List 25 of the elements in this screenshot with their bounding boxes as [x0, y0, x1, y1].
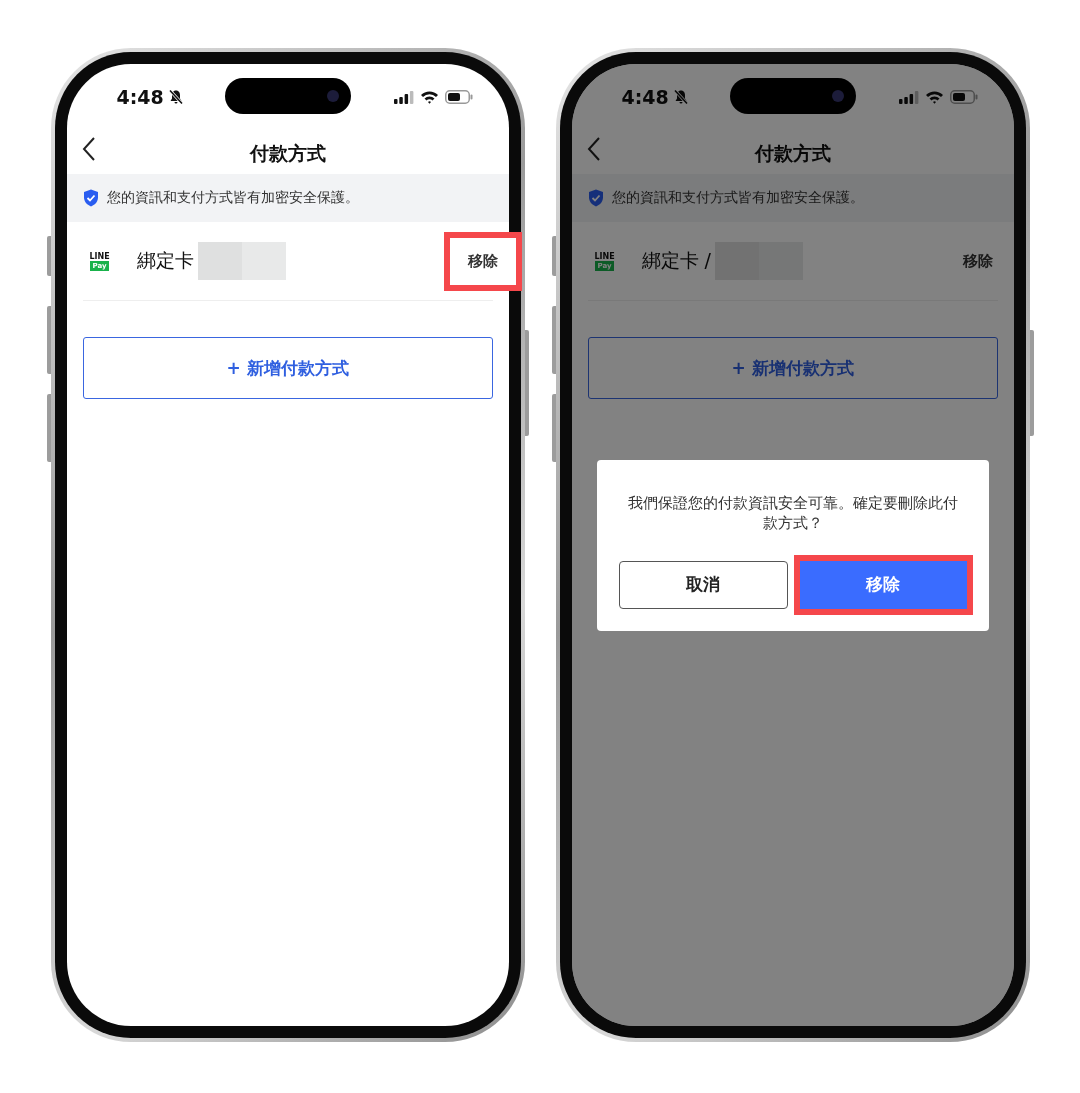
shield-check-icon [82, 189, 99, 207]
status-time: 4:48 [621, 86, 669, 108]
status-time: 4:48 [116, 86, 164, 108]
bell-off-icon [167, 89, 184, 105]
signal-icon [393, 90, 414, 104]
shield-check-icon [587, 189, 604, 207]
dialog-message: 我們保證您的付款資訊安全可靠。確定要刪除此付款方式？ [626, 493, 959, 533]
cancel-button[interactable]: 取消 [618, 560, 788, 609]
notice-text: 您的資訊和支付方式皆有加密安全保護。 [611, 189, 864, 207]
card-label: 綁定卡 / [641, 248, 711, 273]
wifi-icon [419, 90, 439, 104]
add-payment-button[interactable]: + 新增付款方式 [587, 337, 998, 399]
page-title: 付款方式 [249, 141, 326, 166]
wifi-icon [924, 90, 944, 104]
back-icon[interactable] [80, 136, 97, 162]
battery-icon [444, 90, 473, 104]
page-title: 付款方式 [754, 141, 831, 166]
card-label: 綁定卡 [136, 248, 194, 273]
logo-wordmark: LINE [89, 251, 110, 261]
logo-wordmark: LINE [594, 251, 615, 261]
notice-text: 您的資訊和支付方式皆有加密安全保護。 [106, 189, 359, 207]
signal-icon [898, 90, 919, 104]
bell-off-icon [672, 89, 689, 105]
add-payment-button[interactable]: + 新增付款方式 [82, 337, 493, 399]
battery-icon [949, 90, 978, 104]
